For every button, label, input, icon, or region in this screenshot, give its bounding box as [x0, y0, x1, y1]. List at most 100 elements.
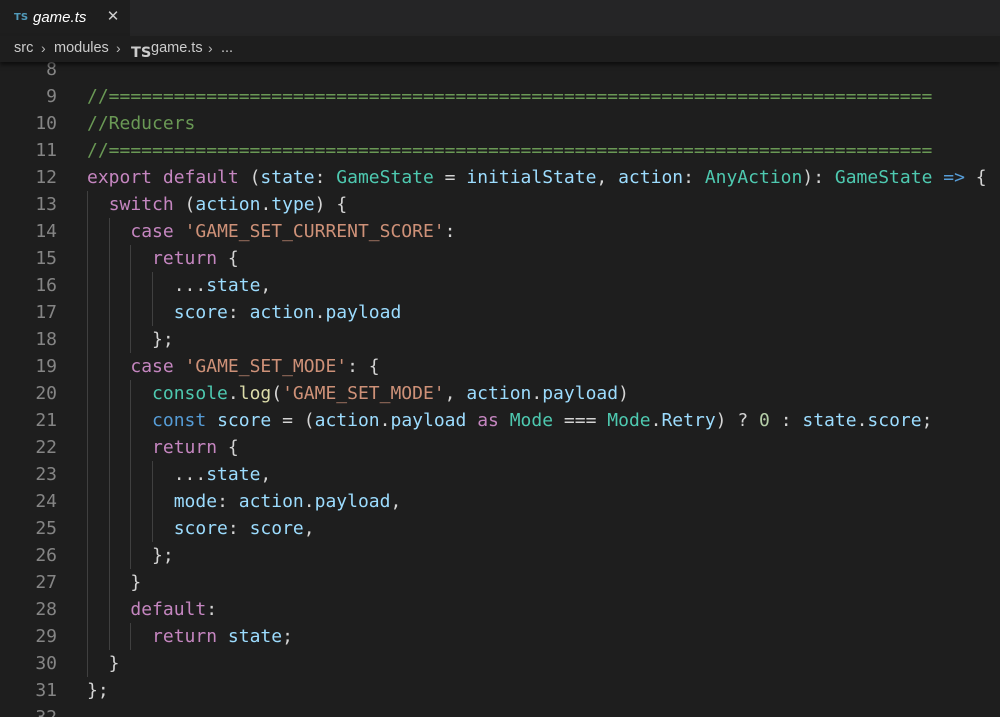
- code-token: ,: [260, 275, 271, 296]
- indent-guide: [130, 623, 131, 650]
- code-text: const score = (action.payload as Mode ==…: [87, 407, 932, 434]
- code-token: {: [217, 437, 239, 458]
- code-line[interactable]: 22 return {: [0, 434, 1000, 461]
- code-token: [87, 410, 152, 431]
- code-token: [152, 167, 163, 188]
- code-token: (: [174, 194, 196, 215]
- tab-game-ts[interactable]: TS game.ts ✕: [0, 0, 130, 36]
- code-line[interactable]: 19 case 'GAME_SET_MODE': {: [0, 353, 1000, 380]
- close-icon[interactable]: ✕: [106, 8, 120, 26]
- code-token: :: [228, 302, 250, 323]
- code-token: [87, 383, 152, 404]
- line-number: 20: [0, 380, 57, 407]
- code-line[interactable]: 17 score: action.payload: [0, 299, 1000, 326]
- code-line[interactable]: 23 ...state,: [0, 461, 1000, 488]
- breadcrumb-item-modules[interactable]: modules: [54, 40, 109, 56]
- code-line[interactable]: 10//Reducers: [0, 110, 1000, 137]
- code-token: ):: [802, 167, 835, 188]
- code-token: .: [857, 410, 868, 431]
- breadcrumb-item-src[interactable]: src: [14, 40, 33, 56]
- code-token: .: [315, 302, 326, 323]
- code-token: [87, 626, 152, 647]
- code-token: .: [304, 491, 315, 512]
- code-line[interactable]: 14 case 'GAME_SET_CURRENT_SCORE':: [0, 218, 1000, 245]
- tab-title: game.ts: [33, 9, 86, 26]
- code-line[interactable]: 25 score: score,: [0, 515, 1000, 542]
- code-line[interactable]: 18 };: [0, 326, 1000, 353]
- code-token: return: [152, 437, 217, 458]
- code-token: .: [380, 410, 391, 431]
- line-number: 14: [0, 218, 57, 245]
- code-token: GameState: [835, 167, 933, 188]
- code-text: }: [87, 569, 141, 596]
- code-token: [206, 410, 217, 431]
- code-token: [87, 248, 152, 269]
- code-line[interactable]: 21 const score = (action.payload as Mode…: [0, 407, 1000, 434]
- code-token: :: [683, 167, 705, 188]
- code-token: Retry: [661, 410, 715, 431]
- code-line[interactable]: 20 console.log('GAME_SET_MODE', action.p…: [0, 380, 1000, 407]
- code-text: }: [87, 650, 120, 677]
- code-token: ;: [282, 626, 293, 647]
- code-line[interactable]: 27 }: [0, 569, 1000, 596]
- code-token: payload: [390, 410, 466, 431]
- code-line[interactable]: 12export default (state: GameState = ini…: [0, 164, 1000, 191]
- code-editor[interactable]: 89 //====================================…: [0, 62, 1000, 717]
- code-token: action: [239, 491, 304, 512]
- code-token: state: [206, 464, 260, 485]
- code-token: action: [618, 167, 683, 188]
- code-text: //======================================…: [87, 137, 932, 164]
- code-token: ) ?: [716, 410, 759, 431]
- code-token: :: [445, 221, 456, 242]
- code-text: score: action.payload: [87, 299, 401, 326]
- code-token: [174, 221, 185, 242]
- code-token: payload: [542, 383, 618, 404]
- code-token: action: [250, 302, 315, 323]
- line-number: 9: [0, 83, 57, 110]
- code-token: mode: [174, 491, 217, 512]
- code-line[interactable]: 31};: [0, 677, 1000, 704]
- typescript-file-icon: TS: [14, 12, 28, 23]
- code-token: ;: [922, 410, 933, 431]
- code-token: state: [260, 167, 314, 188]
- code-text: ...state,: [87, 272, 271, 299]
- code-token: ,: [304, 518, 315, 539]
- code-token: Mode: [510, 410, 553, 431]
- code-line[interactable]: 9 //=====================================…: [0, 83, 1000, 110]
- code-text: mode: action.payload,: [87, 488, 401, 515]
- code-line[interactable]: 29 return state;: [0, 623, 1000, 650]
- line-number: 24: [0, 488, 57, 515]
- code-line[interactable]: 26 };: [0, 542, 1000, 569]
- line-number: 27: [0, 569, 57, 596]
- code-line[interactable]: 13 switch (action.type) {: [0, 191, 1000, 218]
- code-line[interactable]: 30 }: [0, 650, 1000, 677]
- code-line[interactable]: 8: [0, 62, 1000, 83]
- code-line[interactable]: 24 mode: action.payload,: [0, 488, 1000, 515]
- breadcrumb-item-symbols[interactable]: ...: [221, 40, 233, 56]
- code-token: Mode: [607, 410, 650, 431]
- code-token: ,: [260, 464, 271, 485]
- code-token: [466, 410, 477, 431]
- code-text: //======================================…: [87, 83, 932, 110]
- indent-guide: [152, 272, 153, 326]
- code-text: };: [87, 677, 109, 704]
- code-text: case 'GAME_SET_MODE': {: [87, 353, 380, 380]
- code-line[interactable]: 32: [0, 704, 1000, 717]
- chevron-right-icon: ›: [116, 40, 121, 56]
- code-line[interactable]: 11//====================================…: [0, 137, 1000, 164]
- breadcrumb-item-game-ts[interactable]: game.ts: [151, 40, 203, 56]
- code-token: return: [152, 248, 217, 269]
- line-number: 18: [0, 326, 57, 353]
- code-token: default: [130, 599, 206, 620]
- code-token: state: [802, 410, 856, 431]
- code-line[interactable]: 28 default:: [0, 596, 1000, 623]
- line-number: 12: [0, 164, 57, 191]
- code-token: case: [130, 221, 173, 242]
- indent-guide: [130, 380, 131, 569]
- code-token: score: [174, 518, 228, 539]
- indent-guide: [152, 461, 153, 542]
- code-line[interactable]: 15 return {: [0, 245, 1000, 272]
- code-token: =>: [943, 167, 965, 188]
- code-token: {: [965, 167, 987, 188]
- code-line[interactable]: 16 ...state,: [0, 272, 1000, 299]
